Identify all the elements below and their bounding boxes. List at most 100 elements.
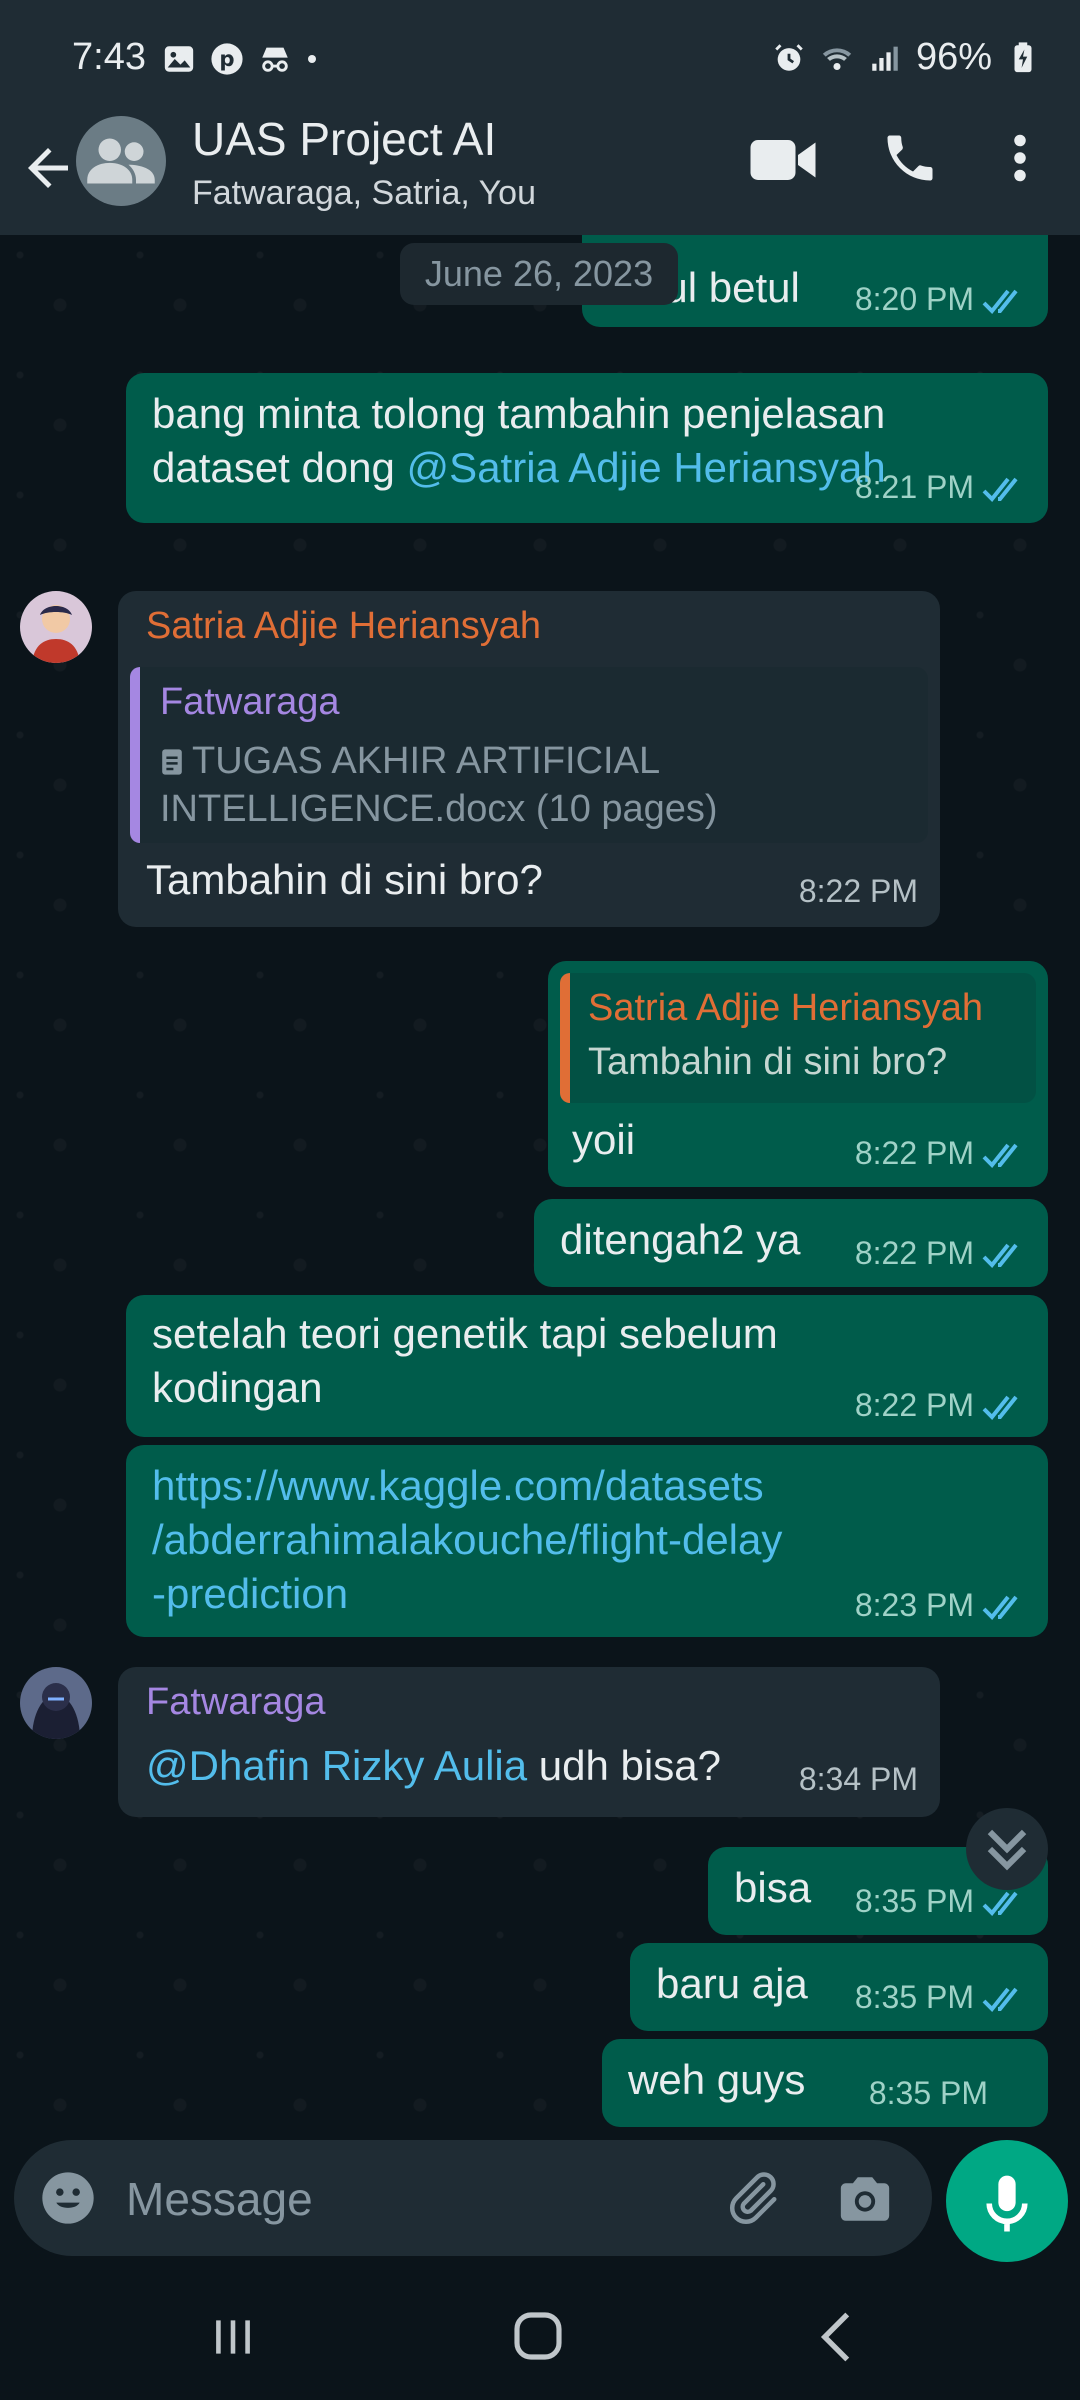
link-line[interactable]: -prediction	[152, 1570, 348, 1617]
emoji-icon[interactable]	[40, 2170, 96, 2226]
message-meta: 8:22 PM	[855, 1235, 1026, 1272]
message-time: 8:23 PM	[854, 1587, 974, 1623]
message-time: 8:20 PM	[854, 281, 974, 317]
message-text: bisa	[734, 1864, 812, 1911]
group-icon	[87, 138, 155, 184]
message-outgoing[interactable]: baru aja 8:35 PM	[630, 1943, 1048, 2031]
message-input[interactable]: Message	[126, 2172, 313, 2226]
quote-sender: Fatwaraga	[160, 681, 340, 723]
message-time: 8:22 PM	[854, 1235, 974, 1271]
sender-name[interactable]: Fatwaraga	[146, 1681, 326, 1724]
message-text: yoii	[572, 1116, 636, 1163]
nav-back-icon[interactable]	[816, 2310, 856, 2364]
message-text: setelah teori genetik tapi sebelum kodin…	[152, 1307, 778, 1415]
message-text-part: udh bisa?	[527, 1742, 721, 1789]
read-ticks-icon	[982, 1595, 1018, 1620]
message-time: 8:22 PM	[798, 873, 918, 909]
sender-avatar[interactable]	[20, 591, 92, 663]
message-time: 8:35 PM	[854, 1979, 974, 2015]
quote-bar	[130, 667, 140, 843]
message-text: Tambahin di sini bro?	[146, 856, 543, 903]
quote-document: TUGAS AKHIR ARTIFICIAL INTELLIGENCE.docx…	[160, 737, 718, 833]
message-line: setelah teori genetik tapi sebelum	[152, 1310, 778, 1357]
pinterest-icon: p	[211, 43, 243, 75]
message-time: 8:35 PM	[854, 1883, 974, 1919]
signal-icon	[872, 46, 898, 71]
message-text: @Dhafin Rizky Aulia udh bisa?	[146, 1739, 721, 1793]
scroll-to-bottom-button[interactable]	[966, 1808, 1048, 1890]
incognito-icon	[262, 47, 288, 72]
message-time: 8:22 PM	[854, 1135, 974, 1171]
message-composer[interactable]: Message	[14, 2140, 932, 2256]
quote-bar	[560, 973, 570, 1103]
message-text: baru aja	[656, 1960, 808, 2007]
status-bar: 7:43 p 96%	[0, 0, 1080, 120]
group-avatar[interactable]	[76, 116, 166, 206]
more-options-icon[interactable]	[1000, 128, 1040, 188]
link-line[interactable]: https://www.kaggle.com/datasets	[152, 1462, 764, 1509]
gallery-icon	[164, 46, 194, 72]
status-left-icons: p	[162, 42, 318, 76]
message-time: 8:21 PM	[854, 469, 974, 505]
message-incoming[interactable]: Satria Adjie Heriansyah Fatwaraga TUGAS …	[118, 591, 940, 927]
message-meta: 8:22 PM	[855, 1135, 1026, 1172]
microphone-icon	[986, 2175, 1028, 2232]
message-meta: 8:20 PM	[855, 281, 1026, 318]
avatar-fatwaraga-icon	[20, 1667, 92, 1739]
avatar-satria-icon	[20, 591, 92, 663]
message-outgoing[interactable]: bang minta tolong tambahin penjelasan da…	[126, 373, 1048, 523]
status-time: 7:43	[72, 36, 146, 78]
battery-percent: 96%	[915, 36, 992, 78]
message-outgoing[interactable]: Satria Adjie Heriansyah Tambahin di sini…	[548, 961, 1048, 1187]
wifi-icon	[822, 47, 852, 70]
read-ticks-icon	[982, 1891, 1018, 1916]
chat-title[interactable]: UAS Project AI	[192, 112, 496, 166]
read-ticks-icon	[982, 1987, 1018, 2012]
quoted-message[interactable]: Fatwaraga TUGAS AKHIR ARTIFICIAL INTELLI…	[130, 667, 928, 843]
dot-icon	[308, 55, 316, 63]
attachment-icon[interactable]	[722, 2168, 782, 2228]
message-meta: 8:21 PM	[855, 469, 1026, 506]
link-line[interactable]: /abderrahimalakouche/flight-delay	[152, 1516, 782, 1563]
voice-call-icon[interactable]	[880, 128, 940, 188]
chat-participants[interactable]: Fatwaraga, Satria, You	[192, 174, 536, 213]
read-ticks-icon	[982, 1143, 1018, 1168]
home-icon[interactable]	[510, 2308, 566, 2364]
message-text: weh guys	[628, 2056, 806, 2103]
sender-name[interactable]: Satria Adjie Heriansyah	[146, 605, 541, 648]
mention-link[interactable]: @Dhafin Rizky Aulia	[146, 1742, 527, 1789]
document-icon	[162, 749, 182, 775]
mention-link[interactable]: @Satria Adjie Heriansyah	[407, 444, 886, 491]
video-call-icon[interactable]	[748, 130, 818, 190]
date-chip: June 26, 2023	[400, 243, 678, 305]
read-ticks-icon	[982, 289, 1018, 314]
message-time: 8:22 PM	[854, 1387, 974, 1423]
alarm-icon	[775, 43, 803, 71]
message-outgoing[interactable]: https://www.kaggle.com/datasets /abderra…	[126, 1445, 1048, 1637]
camera-icon[interactable]	[836, 2170, 894, 2228]
message-outgoing[interactable]: setelah teori genetik tapi sebelum kodin…	[126, 1295, 1048, 1437]
back-arrow-icon[interactable]	[18, 138, 78, 198]
quote-text: Tambahin di sini bro?	[588, 1041, 948, 1083]
message-meta: 8:35 PM	[855, 1979, 1026, 2016]
message-outgoing[interactable]: weh guys 8:35 PM	[602, 2039, 1048, 2127]
sender-avatar[interactable]	[20, 1667, 92, 1739]
message-line: kodingan	[152, 1364, 323, 1411]
message-link[interactable]: https://www.kaggle.com/datasets /abderra…	[152, 1459, 782, 1621]
message-text: ditengah2 ya	[560, 1216, 801, 1263]
quoted-message[interactable]: Satria Adjie Heriansyah Tambahin di sini…	[560, 973, 1036, 1103]
message-incoming[interactable]: Fatwaraga @Dhafin Rizky Aulia udh bisa? …	[118, 1667, 940, 1817]
voice-message-button[interactable]	[946, 2140, 1068, 2262]
message-time: 8:35 PM	[868, 2075, 988, 2111]
recent-apps-icon[interactable]	[208, 2312, 258, 2362]
message-meta: 8:35 PM	[869, 2075, 988, 2112]
chat-header: UAS Project AI Fatwaraga, Satria, You	[0, 110, 1080, 235]
message-outgoing[interactable]: ditengah2 ya 8:22 PM	[534, 1199, 1048, 1287]
message-list[interactable]: betul betul 8:20 PM June 26, 2023 bang m…	[0, 235, 1080, 2150]
battery-charging-icon	[1014, 41, 1032, 72]
message-time: 8:34 PM	[798, 1761, 918, 1797]
read-ticks-icon	[982, 1395, 1018, 1420]
quote-doc-line2: INTELLIGENCE.docx (10 pages)	[160, 788, 718, 830]
status-right-icons: 96%	[772, 36, 1040, 79]
read-ticks-icon	[982, 1243, 1018, 1268]
